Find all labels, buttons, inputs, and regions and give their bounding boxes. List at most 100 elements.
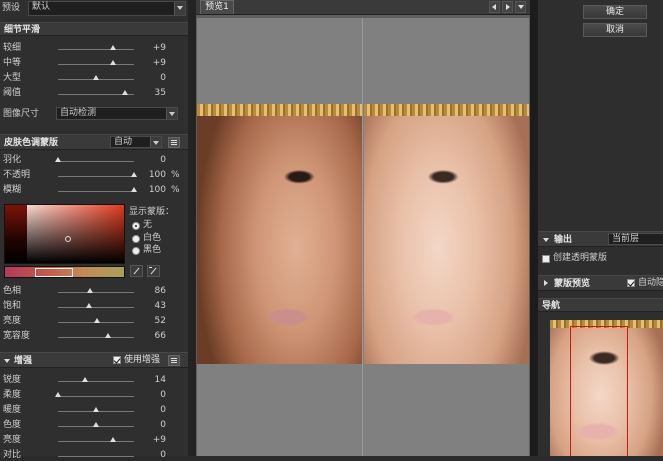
slider-thumb[interactable] <box>110 437 116 442</box>
slider-value: 0 <box>160 73 166 83</box>
slider-label: 色度 <box>3 420 22 430</box>
slider-thumb[interactable] <box>110 45 116 50</box>
slider-label: 模糊 <box>3 185 22 195</box>
slider-track[interactable] <box>58 456 134 457</box>
slider-label: 大型 <box>3 73 22 83</box>
auto-hide-checkbox[interactable] <box>627 279 635 287</box>
slider-thumb[interactable] <box>94 318 100 323</box>
radio-icon[interactable] <box>132 222 140 230</box>
preset-label: 预设 <box>2 3 21 13</box>
slider-thumb[interactable] <box>55 157 61 162</box>
skin-tone-title: 皮肤色调蒙版 <box>4 138 59 148</box>
canvas-split-line <box>362 18 363 456</box>
use-enhance-checkbox[interactable] <box>113 356 121 364</box>
mask-option-label: 无 <box>143 220 153 230</box>
slider-thumb[interactable] <box>105 333 111 338</box>
slider-value: 86 <box>154 286 166 296</box>
hue-slider[interactable] <box>4 266 125 278</box>
navigator-thumbnail[interactable] <box>550 320 663 456</box>
slider-track[interactable] <box>58 307 134 308</box>
mask-option-label: 黑色 <box>143 245 162 255</box>
slider-value: 35 <box>154 88 166 98</box>
image-size-dropdown[interactable]: 自动检测 <box>56 107 178 120</box>
mask-preview-title: 蒙版预览 <box>554 279 591 289</box>
slider-thumb[interactable] <box>93 407 99 412</box>
auto-hide-label: 自动隐 <box>638 278 663 288</box>
cancel-label: 取消 <box>605 25 624 35</box>
detail-smoothing-title: 细节平滑 <box>4 25 41 35</box>
slider-track[interactable] <box>58 381 134 382</box>
slider-track[interactable] <box>58 191 134 192</box>
slider-track[interactable] <box>58 176 134 177</box>
slider-thumb[interactable] <box>86 303 92 308</box>
collapse-icon[interactable] <box>543 238 549 242</box>
create-mask-label: 创建透明蒙版 <box>553 253 608 263</box>
skin-color-picker[interactable] <box>4 204 125 264</box>
slider-thumb[interactable] <box>82 377 88 382</box>
hue-strip[interactable] <box>5 205 27 263</box>
slider-thumb[interactable] <box>87 288 93 293</box>
slider-thumb[interactable] <box>110 60 116 65</box>
hue-range-box[interactable] <box>35 268 73 277</box>
before-image[interactable] <box>197 104 362 364</box>
eyedropper-icon[interactable] <box>130 265 143 277</box>
slider-track[interactable] <box>58 161 134 162</box>
slider-track[interactable] <box>58 441 134 442</box>
enhance-menu-button[interactable] <box>168 355 180 366</box>
image-size-value: 自动检测 <box>60 108 97 118</box>
use-enhance-label: 使用增强 <box>124 355 161 365</box>
navigator-header[interactable]: 导航 <box>538 298 663 312</box>
after-image[interactable] <box>364 104 529 364</box>
preview-canvas[interactable] <box>197 18 529 456</box>
create-mask-checkbox[interactable] <box>542 255 550 263</box>
radio-icon[interactable] <box>132 247 140 255</box>
ok-button[interactable]: 确定 <box>583 5 647 19</box>
slider-thumb[interactable] <box>131 172 137 177</box>
slider-label: 宽容度 <box>3 331 31 341</box>
collapse-icon[interactable] <box>4 359 10 363</box>
detail-smoothing-header[interactable]: 细节平滑 <box>0 22 188 36</box>
tab-preview1[interactable]: 预览1 <box>200 0 234 14</box>
hair-band <box>364 104 529 116</box>
expand-icon[interactable] <box>544 280 548 286</box>
slider-label: 柔度 <box>3 390 22 400</box>
skin-menu-button[interactable] <box>168 137 180 148</box>
cancel-button[interactable]: 取消 <box>583 23 647 37</box>
slider-thumb[interactable] <box>55 392 61 397</box>
preset-value: 默认 <box>32 2 51 12</box>
tab-label: 预览1 <box>205 2 229 12</box>
slider-label: 羽化 <box>3 155 22 165</box>
slider-track[interactable] <box>58 396 134 397</box>
slider-value: 43 <box>154 301 166 311</box>
tab-scroll-left-button[interactable] <box>489 1 500 13</box>
slider-track[interactable] <box>58 337 134 338</box>
radio-icon[interactable] <box>132 235 140 243</box>
display-mask-label: 显示蒙版： <box>129 207 175 217</box>
eyedropper-add-icon[interactable] <box>147 265 160 277</box>
preview-tab-bar <box>196 0 530 15</box>
preset-dropdown[interactable]: 默认 <box>28 1 186 16</box>
picker-crosshair[interactable] <box>65 236 71 242</box>
chevron-right-icon <box>506 4 510 10</box>
slider-thumb[interactable] <box>122 90 128 95</box>
slider-thumb[interactable] <box>93 75 99 80</box>
navigator-view-frame[interactable] <box>570 326 628 456</box>
slider-track[interactable] <box>58 49 134 50</box>
chevron-down-icon <box>174 2 185 15</box>
slider-thumb[interactable] <box>131 187 137 192</box>
slider-track[interactable] <box>58 64 134 65</box>
chevron-down-icon <box>518 5 524 9</box>
slider-value: 0 <box>160 155 166 165</box>
slider-value: 0 <box>160 405 166 415</box>
slider-label: 阈值 <box>3 88 22 98</box>
panel-divider[interactable] <box>188 0 196 456</box>
slider-thumb[interactable] <box>93 422 99 427</box>
slider-track[interactable] <box>58 292 134 293</box>
tab-scroll-right-button[interactable] <box>502 1 513 13</box>
slider-value: +9 <box>152 435 166 445</box>
tab-menu-button[interactable] <box>515 1 526 13</box>
slider-value: 100 <box>148 185 166 195</box>
skin-mode-dropdown[interactable]: 自动 <box>110 136 162 148</box>
output-target-dropdown[interactable]: 当前层 <box>608 233 663 245</box>
slider-unit: % <box>171 170 180 180</box>
